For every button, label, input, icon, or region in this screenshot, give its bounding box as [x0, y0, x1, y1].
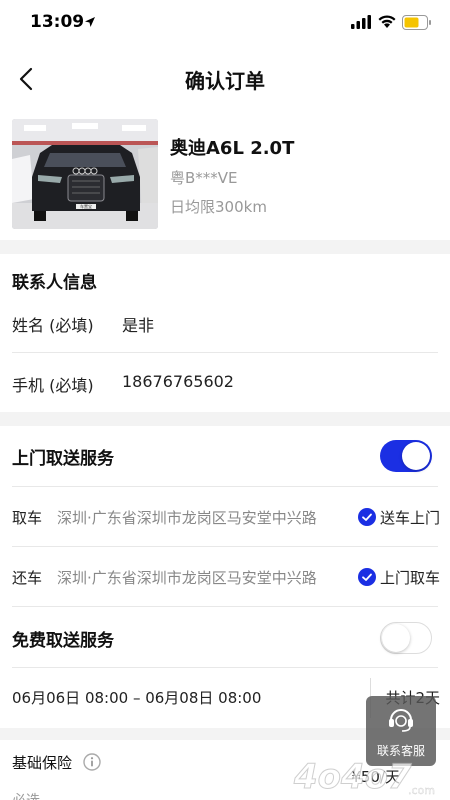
phone-label: 手机 (必填) [12, 376, 94, 395]
return-option[interactable]: 上门取车 [380, 567, 440, 588]
toggle-knob [402, 442, 430, 470]
watermark-text: 4o4o7 [293, 757, 412, 797]
name-label: 姓名 (必填) [12, 316, 94, 335]
return-label: 还车 [12, 569, 43, 587]
door-service-toggle[interactable] [380, 440, 432, 472]
return-address[interactable]: 深圳·广东省深圳市龙岗区马安堂中兴路 [57, 567, 317, 588]
phone-field[interactable]: 18676765602 [122, 372, 234, 391]
page-title: 确认订单 [185, 69, 265, 93]
contact-section: 联系人信息 姓名 (必填) 是非 手机 (必填) 18676765602 [0, 254, 450, 412]
insurance-title: 基础保险 [12, 754, 73, 772]
pickup-label: 取车 [12, 509, 43, 527]
location-arrow-icon [85, 17, 95, 27]
car-daily-limit: 日均限300km [170, 198, 267, 216]
nav-bar: 确认订单 [0, 48, 450, 110]
pickup-address[interactable]: 深圳·广东省深圳市龙岗区马安堂中兴路 [57, 507, 317, 528]
car-name: 奥迪A6L 2.0T [170, 138, 295, 159]
contact-title: 联系人信息 [12, 273, 97, 293]
watermark-suffix: .com [408, 784, 435, 797]
car-plate: 粤B***VE [170, 169, 238, 187]
divider [12, 352, 438, 353]
free-service-title: 免费取送服务 [12, 631, 114, 651]
divider [12, 606, 438, 607]
info-icon[interactable] [83, 753, 101, 771]
door-service-title: 上门取送服务 [12, 449, 114, 469]
rental-dates[interactable]: 06月06日 08:00 – 06月08日 08:00 [12, 687, 261, 708]
headset-icon [389, 709, 413, 732]
car-card: 车置宝 奥迪A6L 2.0T 粤B***VE 日均限300km [0, 110, 450, 240]
watermark-logo: 4o4o7 .com [293, 757, 436, 798]
pickup-option[interactable]: 送车上门 [380, 507, 440, 528]
car-photo-sign: 车置宝 [80, 203, 92, 209]
status-bar: 13:09 [0, 0, 450, 48]
divider [12, 486, 438, 487]
free-service-toggle[interactable] [380, 622, 432, 654]
battery-icon [402, 15, 431, 30]
status-time: 13:09 [30, 12, 85, 32]
checked-circle-icon[interactable] [358, 568, 376, 586]
divider [12, 667, 438, 668]
wifi-icon [378, 15, 396, 28]
divider [12, 546, 438, 547]
checked-circle-icon[interactable] [358, 508, 376, 526]
door-service-section: 上门取送服务 取车 深圳·广东省深圳市龙岗区马安堂中兴路 送车上门 还车 深圳·… [0, 426, 450, 728]
name-field[interactable]: 是非 [122, 312, 154, 336]
insurance-note: 必选 [12, 790, 40, 800]
toggle-knob [382, 624, 410, 652]
car-photo: 车置宝 [12, 119, 158, 229]
signal-icon [351, 15, 371, 29]
